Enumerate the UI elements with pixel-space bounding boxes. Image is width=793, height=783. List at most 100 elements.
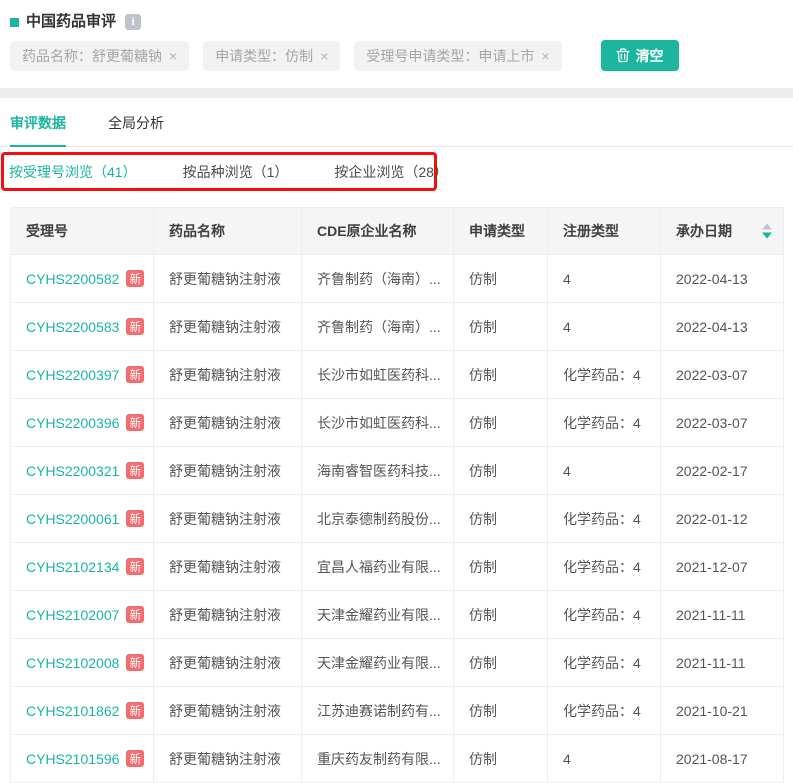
table-row: CYHS2200396新舒更葡糖钠注射液长沙市如虹医药科...仿制化学药品：42…: [11, 399, 784, 447]
registration-type-cell: 化学药品：4: [548, 399, 661, 447]
new-badge: 新: [126, 558, 144, 575]
acceptance-no-link[interactable]: CYHS2200396: [26, 415, 119, 431]
new-badge: 新: [126, 750, 144, 767]
remove-filter-icon[interactable]: ×: [320, 48, 328, 64]
trash-icon: [616, 48, 630, 63]
date-cell: 2021-11-11: [661, 591, 784, 639]
filter-tag-acceptance-application-type[interactable]: 受理号申请类型：申请上市 ×: [354, 41, 561, 71]
table-body: CYHS2200582新舒更葡糖钠注射液齐鲁制药（海南）...仿制42022-0…: [11, 255, 784, 783]
new-badge: 新: [126, 462, 144, 479]
subtab-by-company[interactable]: 按企业浏览（28）: [334, 162, 448, 182]
new-badge: 新: [126, 366, 144, 383]
acceptance-no-link[interactable]: CYHS2102007: [26, 607, 119, 623]
registration-type-cell: 4: [548, 303, 661, 351]
drug-name-cell: 舒更葡糖钠注射液: [154, 495, 302, 543]
date-cell: 2022-04-13: [661, 255, 784, 303]
clear-filters-button[interactable]: 清空: [601, 40, 679, 71]
application-type-cell: 仿制: [454, 399, 548, 447]
column-header-application-type: 申请类型: [454, 208, 548, 255]
remove-filter-icon[interactable]: ×: [541, 48, 549, 64]
acceptance-no-cell: CYHS2200582新: [11, 255, 154, 303]
acceptance-no-cell: CYHS2200397 新: [11, 351, 154, 399]
application-type-cell: 仿制: [454, 447, 548, 495]
table-header-row: 受理号 药品名称 CDE原企业名称 申请类型 注册类型 承办日期: [11, 208, 784, 255]
new-badge: 新: [126, 654, 144, 671]
sort-descending-icon[interactable]: [762, 233, 772, 239]
drug-name-cell: 舒更葡糖钠注射液: [154, 399, 302, 447]
company-cell: 齐鲁制药（海南）...: [302, 255, 454, 303]
registration-type-cell: 4: [548, 735, 661, 783]
registration-type-cell: 化学药品：4: [548, 543, 661, 591]
date-cell: 2021-10-21: [661, 687, 784, 735]
acceptance-no-link[interactable]: CYHS2200397: [26, 367, 119, 383]
table-row: CYHS2102007新舒更葡糖钠注射液天津金耀药业有限...仿制化学药品：42…: [11, 591, 784, 639]
remove-filter-icon[interactable]: ×: [169, 48, 177, 64]
sort-icon[interactable]: [762, 224, 772, 239]
new-badge: 新: [126, 414, 144, 431]
acceptance-no-link[interactable]: CYHS2101862: [26, 703, 119, 719]
column-header-date-label: 承办日期: [676, 223, 732, 239]
acceptance-no-link[interactable]: CYHS2200321: [26, 463, 119, 479]
date-cell: 2022-03-07: [661, 351, 784, 399]
acceptance-no-link[interactable]: CYHS2200582: [26, 271, 119, 287]
filter-tag-drug-name[interactable]: 药品名称：舒更葡糖钠×: [10, 41, 189, 71]
company-cell: 天津金耀药业有限...: [302, 591, 454, 639]
table-row: CYHS2200321新舒更葡糖钠注射液海南睿智医药科技...仿制42022-0…: [11, 447, 784, 495]
column-header-company: CDE原企业名称: [302, 208, 454, 255]
table-row: CYHS2200583新舒更葡糖钠注射液齐鲁制药（海南）...仿制42022-0…: [11, 303, 784, 351]
drug-name-cell: 舒更葡糖钠注射液: [154, 591, 302, 639]
drug-name-cell: 舒更葡糖钠注射液: [154, 303, 302, 351]
filter-tag-label: 受理号申请类型：申请上市: [366, 48, 534, 64]
drug-name-cell: 舒更葡糖钠注射液: [154, 447, 302, 495]
table-row: CYHS2102008新舒更葡糖钠注射液天津金耀药业有限...仿制化学药品：42…: [11, 639, 784, 687]
table-row: CYHS2200061新舒更葡糖钠注射液北京泰德制药股份...仿制化学药品：42…: [11, 495, 784, 543]
tab-review-data[interactable]: 审评数据: [10, 98, 66, 147]
tab-bar: 审评数据 全局分析: [0, 98, 793, 147]
new-badge: 新: [126, 510, 144, 527]
registration-type-cell: 4: [548, 447, 661, 495]
application-type-cell: 仿制: [454, 687, 548, 735]
registration-type-cell: 化学药品：4: [548, 687, 661, 735]
table-row: CYHS2200582新舒更葡糖钠注射液齐鲁制药（海南）...仿制42022-0…: [11, 255, 784, 303]
subtab-by-variety[interactable]: 按品种浏览（1）: [183, 162, 289, 182]
results-table-container: 受理号 药品名称 CDE原企业名称 申请类型 注册类型 承办日期 CYHS220…: [10, 207, 783, 783]
filter-tag-application-type[interactable]: 申请类型：仿制×: [203, 41, 340, 71]
acceptance-no-cell: CYHS2101862新: [11, 687, 154, 735]
application-type-cell: 仿制: [454, 255, 548, 303]
acceptance-no-link[interactable]: CYHS2102134: [26, 559, 119, 575]
drug-name-cell: 舒更葡糖钠注射液: [154, 543, 302, 591]
new-badge: 新: [126, 318, 144, 335]
table-row: CYHS2101596新舒更葡糖钠注射液重庆药友制药有限...仿制42021-0…: [11, 735, 784, 783]
info-icon[interactable]: i: [125, 14, 141, 30]
company-cell: 江苏迪赛诺制药有...: [302, 687, 454, 735]
company-cell: 齐鲁制药（海南）...: [302, 303, 454, 351]
column-header-date[interactable]: 承办日期: [661, 208, 784, 255]
column-header-registration-type: 注册类型: [548, 208, 661, 255]
acceptance-no-cell: CYHS2101596 新: [11, 735, 154, 783]
sort-ascending-icon[interactable]: [762, 224, 772, 230]
acceptance-no-link[interactable]: CYHS2200583: [26, 319, 119, 335]
column-header-acceptance-no: 受理号: [11, 208, 154, 255]
page-header: 中国药品审评 i: [0, 0, 793, 31]
date-cell: 2021-11-11: [661, 639, 784, 687]
drug-name-cell: 舒更葡糖钠注射液: [154, 687, 302, 735]
drug-name-cell: 舒更葡糖钠注射液: [154, 735, 302, 783]
column-header-drug-name: 药品名称: [154, 208, 302, 255]
date-cell: 2022-02-17: [661, 447, 784, 495]
application-type-cell: 仿制: [454, 735, 548, 783]
application-type-cell: 仿制: [454, 495, 548, 543]
table-row: CYHS2101862新舒更葡糖钠注射液江苏迪赛诺制药有...仿制化学药品：42…: [11, 687, 784, 735]
registration-type-cell: 化学药品：4: [548, 591, 661, 639]
registration-type-cell: 4: [548, 255, 661, 303]
subtab-by-acceptance-no[interactable]: 按受理号浏览（41）: [9, 162, 137, 182]
date-cell: 2022-03-07: [661, 399, 784, 447]
acceptance-no-link[interactable]: CYHS2200061: [26, 511, 119, 527]
tab-global-analysis[interactable]: 全局分析: [108, 98, 164, 146]
table-row: CYHS2200397新舒更葡糖钠注射液长沙市如虹医药科...仿制化学药品：42…: [11, 351, 784, 399]
date-cell: 2021-12-07: [661, 543, 784, 591]
company-cell: 天津金耀药业有限...: [302, 639, 454, 687]
drug-name-cell: 舒更葡糖钠注射液: [154, 351, 302, 399]
date-cell: 2022-01-12: [661, 495, 784, 543]
acceptance-no-link[interactable]: CYHS2101596: [26, 751, 119, 767]
acceptance-no-link[interactable]: CYHS2102008: [26, 655, 119, 671]
